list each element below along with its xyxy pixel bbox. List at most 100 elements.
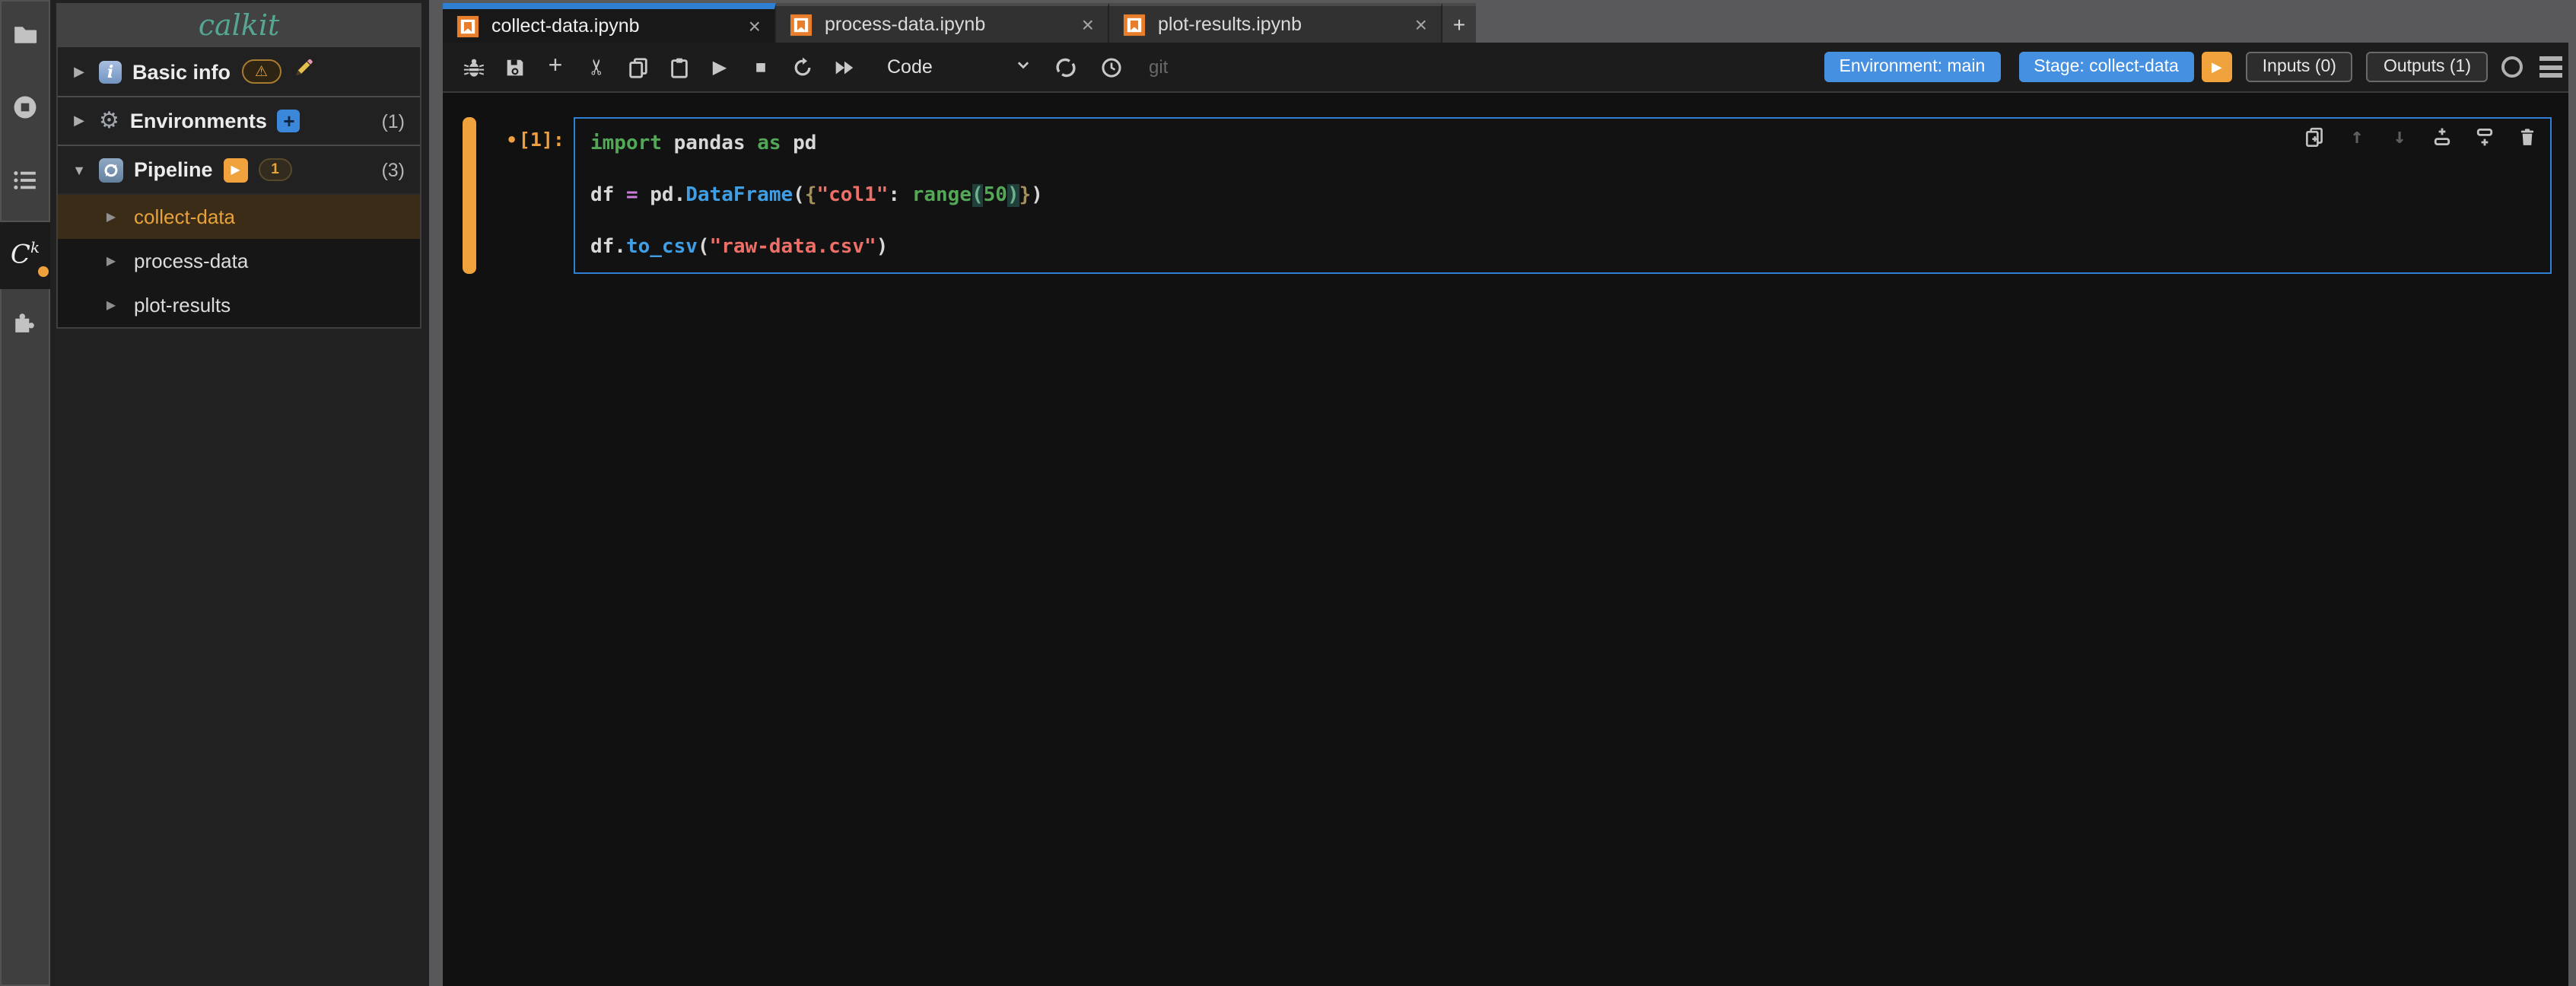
restart-kernel-button[interactable] <box>790 55 814 79</box>
history-clock-icon[interactable] <box>1099 55 1123 79</box>
stage-item-plot-results[interactable]: ▶ plot-results <box>58 283 420 327</box>
cut-cells-button[interactable]: ✂ <box>584 55 609 79</box>
chevron-down-icon[interactable]: ▼ <box>70 162 88 177</box>
close-icon[interactable]: × <box>1082 12 1094 37</box>
notebook-content[interactable]: •[1]: import pandas as pd df = pd.DataFr… <box>443 93 2576 986</box>
sidebar-item-table-of-contents[interactable] <box>2 148 49 221</box>
chevron-right-icon[interactable]: ▶ <box>103 298 119 312</box>
puzzle-icon <box>12 309 38 342</box>
code-editor[interactable]: import pandas as pd df = pd.DataFrame({"… <box>574 117 2552 274</box>
save-button[interactable] <box>502 55 526 79</box>
close-icon[interactable]: × <box>749 14 761 38</box>
app-window: Ck calkit ▶ i Basic info ⚠ ▶ ⚙ Environme… <box>0 0 2576 986</box>
notebook-icon <box>790 13 813 36</box>
sidebar-item-file-browser[interactable] <box>2 2 49 75</box>
section-label: Basic info <box>132 60 231 83</box>
sidebar-item-extensions[interactable] <box>2 289 49 362</box>
section-basic-info[interactable]: ▶ i Basic info ⚠ <box>58 47 420 96</box>
move-cell-up-icon[interactable]: ↑ <box>2346 126 2368 148</box>
stage-label: collect-data <box>134 205 235 228</box>
pipeline-icon <box>99 157 123 182</box>
run-pipeline-button[interactable]: ▶ <box>224 157 248 182</box>
section-pipeline[interactable]: ▼ Pipeline ▶ 1 (3) <box>58 145 420 193</box>
section-label: Pipeline <box>134 158 213 181</box>
stage-button[interactable]: Stage: collect-data <box>2018 52 2194 82</box>
notebook-toolbar: + ✂ ▶ ■ Code git Environment: main Stage… <box>443 43 2576 93</box>
code-cell: •[1]: import pandas as pd df = pd.DataFr… <box>463 117 2552 274</box>
section-environments[interactable]: ▶ ⚙ Environments + (1) <box>58 96 420 145</box>
kernel-sync-icon[interactable] <box>1053 55 1077 79</box>
cell-type-value: Code <box>887 56 933 78</box>
plus-icon: + <box>1453 12 1465 37</box>
cell-toolbar: ↑ ↓ <box>2304 126 2538 148</box>
stage-item-process-data[interactable]: ▶ process-data <box>58 239 420 283</box>
chevron-down-icon <box>1015 56 1032 78</box>
debugger-button[interactable] <box>461 55 485 79</box>
inputs-button[interactable]: Inputs (0) <box>2246 52 2353 82</box>
environment-button[interactable]: Environment: main <box>1824 52 2001 82</box>
run-cell-button[interactable]: ▶ <box>708 55 732 79</box>
restart-run-all-button[interactable] <box>831 55 855 79</box>
outputs-button[interactable]: Outputs (1) <box>2367 52 2488 82</box>
chevron-right-icon[interactable]: ▶ <box>70 63 88 80</box>
hamburger-menu-icon[interactable] <box>2539 56 2562 78</box>
git-status-label: git <box>1149 56 1168 78</box>
add-environment-button[interactable]: + <box>278 110 301 132</box>
tab-collect-data[interactable]: collect-data.ipynb × <box>443 3 776 43</box>
chevron-right-icon[interactable]: ▶ <box>103 254 119 268</box>
insert-cell-below-icon[interactable] <box>2474 126 2495 148</box>
move-cell-down-icon[interactable]: ↓ <box>2389 126 2410 148</box>
tab-label: collect-data.ipynb <box>491 15 640 37</box>
sidebar-item-calkit[interactable]: Ck <box>0 222 50 289</box>
stage-item-collect-data[interactable]: ▶ collect-data <box>58 195 420 239</box>
main-area: collect-data.ipynb × process-data.ipynb … <box>443 0 2576 986</box>
tab-plot-results[interactable]: plot-results.ipynb × <box>1109 3 1442 43</box>
sidebar-resize-handle[interactable] <box>429 0 443 986</box>
pipeline-badge: 1 <box>259 158 292 181</box>
kernel-status-icon[interactable] <box>2501 56 2523 78</box>
activity-bar: Ck <box>0 0 50 986</box>
run-stage-button[interactable]: ▶ <box>2202 52 2232 82</box>
tab-label: plot-results.ipynb <box>1158 14 1302 35</box>
pipeline-stage-list: ▶ collect-data ▶ process-data ▶ plot-res… <box>58 193 420 327</box>
window-scrollbar[interactable] <box>2568 0 2576 986</box>
copy-cells-button[interactable] <box>625 55 650 79</box>
sidebar-item-running-sessions[interactable] <box>2 75 49 148</box>
tab-process-data[interactable]: process-data.ipynb × <box>776 3 1109 43</box>
tab-bar-filler <box>1476 3 2576 43</box>
close-icon[interactable]: × <box>1415 12 1427 37</box>
cell-prompt: •[1]: <box>476 117 574 274</box>
interrupt-kernel-button[interactable]: ■ <box>749 55 773 79</box>
code-lines: import pandas as pd df = pd.DataFrame({"… <box>590 131 2535 260</box>
tab-label: process-data.ipynb <box>825 14 985 35</box>
edit-icon[interactable] <box>292 56 315 87</box>
activity-group-bottom <box>0 289 50 986</box>
running-icon <box>12 94 38 128</box>
warning-badge[interactable]: ⚠ <box>241 59 281 84</box>
section-label: Environments <box>130 110 267 132</box>
stage-label: process-data <box>134 250 248 272</box>
chevron-right-icon[interactable]: ▶ <box>70 113 88 129</box>
toc-icon <box>12 167 38 201</box>
chevron-right-icon[interactable]: ▶ <box>103 210 119 224</box>
duplicate-cell-icon[interactable] <box>2304 126 2325 148</box>
paste-cells-button[interactable] <box>666 55 691 79</box>
calkit-panel: calkit ▶ i Basic info ⚠ ▶ ⚙ Environments… <box>50 0 429 986</box>
insert-cell-above-icon[interactable] <box>2431 126 2453 148</box>
cell-type-dropdown[interactable]: Code <box>887 56 1032 78</box>
insert-cell-button[interactable]: + <box>543 55 568 79</box>
activity-group-top <box>0 0 50 222</box>
play-icon: ▶ <box>2212 59 2222 75</box>
notebook-icon <box>456 14 479 37</box>
calkit-logo: Ck <box>11 242 40 269</box>
gear-icon: ⚙ <box>99 110 119 132</box>
panel-title: calkit <box>56 3 421 47</box>
cell-collapser[interactable] <box>463 117 476 274</box>
calkit-tree: ▶ i Basic info ⚠ ▶ ⚙ Environments + (1) … <box>56 47 421 329</box>
environments-count: (1) <box>381 110 405 132</box>
calkit-logo-dot <box>38 266 49 277</box>
delete-cell-icon[interactable] <box>2517 126 2538 148</box>
warning-icon: ⚠ <box>255 63 268 80</box>
play-icon: ▶ <box>231 163 240 177</box>
new-tab-button[interactable]: + <box>1442 3 1476 43</box>
